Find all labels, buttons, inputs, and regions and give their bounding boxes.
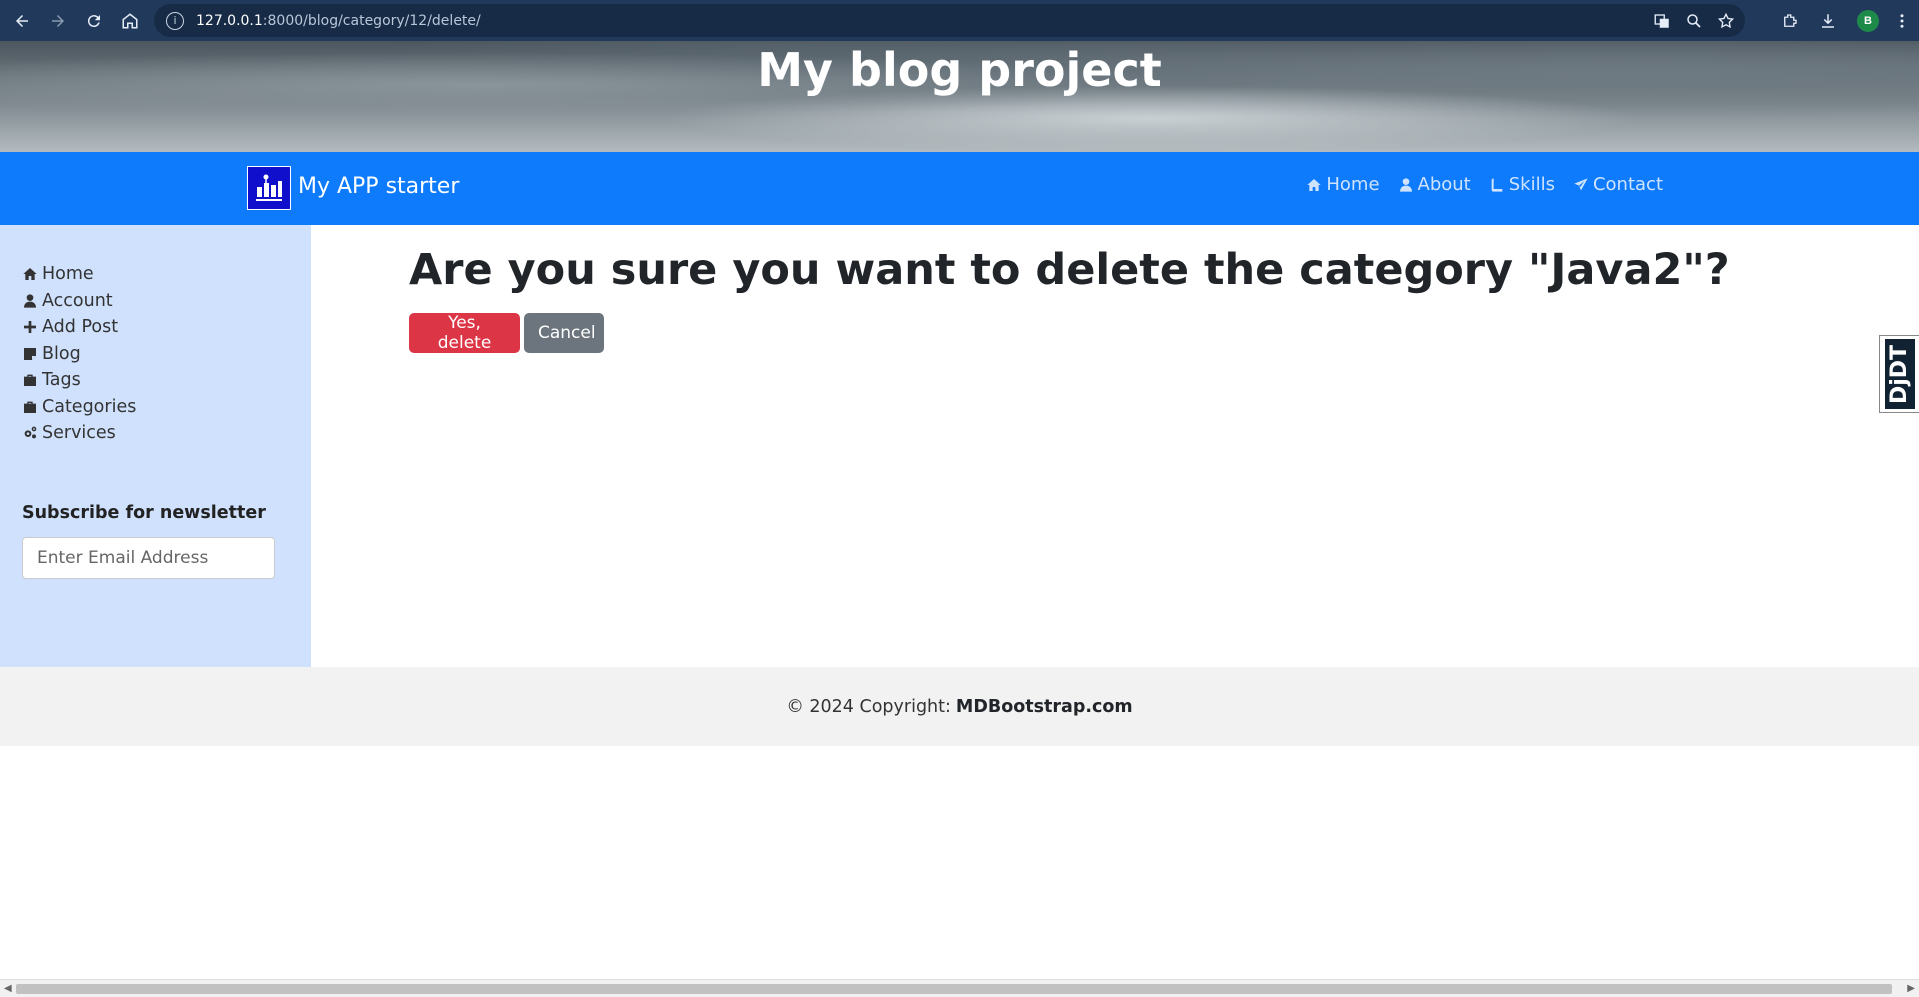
hero-title: My blog project <box>757 43 1162 97</box>
nav-links: Home About Skills Contact <box>1306 174 1663 195</box>
sidebar-item-label: Add Post <box>42 317 119 338</box>
sidebar-item-label: Home <box>42 264 94 285</box>
zoom-icon[interactable] <box>1685 12 1703 30</box>
academy-logo-icon <box>256 174 282 201</box>
home-icon <box>23 268 37 281</box>
nav-link-about[interactable]: About <box>1398 174 1471 195</box>
newsletter-title: Subscribe for newsletter <box>22 502 266 523</box>
sidebar-item-label: Categories <box>42 396 137 417</box>
sidebar-item-label: Services <box>42 423 116 444</box>
home-icon <box>122 12 138 28</box>
brand-logo[interactable] <box>247 166 291 210</box>
user-icon <box>24 294 36 308</box>
main-content: Are you sure you want to delete the cate… <box>311 225 1919 667</box>
scroll-right-icon[interactable]: ▶ <box>1907 983 1915 994</box>
footer-copyright: © 2024 Copyright: <box>786 696 951 717</box>
translate-icon[interactable] <box>1653 12 1671 30</box>
address-bar-actions <box>1653 4 1735 37</box>
sidebar-item-label: Blog <box>42 343 81 364</box>
nav-link-label: Contact <box>1592 174 1663 195</box>
sidebar-item-label: Tags <box>42 370 81 391</box>
gears-icon <box>24 426 37 439</box>
scroll-left-icon[interactable]: ◀ <box>4 983 12 994</box>
nav-link-contact[interactable]: Contact <box>1573 174 1663 195</box>
nav-link-skills[interactable]: Skills <box>1489 174 1555 195</box>
home-icon <box>1307 178 1322 191</box>
profile-avatar[interactable]: B <box>1857 9 1879 32</box>
footer-link[interactable]: MDBootstrap.com <box>956 697 1133 717</box>
newsletter-email-input[interactable] <box>22 536 275 579</box>
djdt-label: DjDT <box>1887 344 1913 404</box>
site-info-icon[interactable]: i <box>166 11 184 30</box>
briefcase-icon <box>24 374 36 387</box>
briefcase-icon <box>24 401 36 413</box>
nav-link-label: Home <box>1326 174 1380 195</box>
home-button[interactable] <box>112 3 148 39</box>
django-debug-toolbar-handle[interactable]: DjDT <box>1879 335 1919 413</box>
nav-link-home[interactable]: Home <box>1306 174 1380 195</box>
extensions-icon[interactable] <box>1781 12 1799 30</box>
book-icon <box>1491 177 1503 192</box>
arrow-left-icon <box>16 14 28 27</box>
forward-button[interactable] <box>40 3 76 39</box>
sidebar-item-blog[interactable]: Blog <box>22 341 289 368</box>
brand-name[interactable]: My APP starter <box>298 174 459 199</box>
navbar: My APP starter Home About Skills Contact <box>0 152 1919 225</box>
plus-icon <box>24 321 36 334</box>
nav-link-label: About <box>1417 174 1471 195</box>
djdt-badge: DjDT <box>1884 339 1915 409</box>
sidebar-item-categories[interactable]: Categories <box>22 394 289 421</box>
download-icon[interactable] <box>1819 12 1837 30</box>
sidebar-item-account[interactable]: Account <box>22 288 289 315</box>
sidebar-item-home[interactable]: Home <box>22 261 289 288</box>
horizontal-scrollbar[interactable]: ◀ ▶ <box>0 979 1919 997</box>
browser-toolbar: i 127.0.0.1:8000/blog/category/12/delete… <box>0 0 1919 41</box>
delete-confirm-title: Are you sure you want to delete the cate… <box>409 245 1730 295</box>
address-bar[interactable]: i 127.0.0.1:8000/blog/category/12/delete… <box>154 4 1745 37</box>
scrollbar-thumb[interactable] <box>16 984 1892 994</box>
paper-plane-icon <box>1574 177 1588 190</box>
star-icon[interactable] <box>1717 12 1735 30</box>
arrow-right-icon <box>52 14 64 27</box>
confirm-delete-button[interactable]: Yes, delete <box>409 313 520 353</box>
note-icon <box>24 347 36 360</box>
sidebar-item-tags[interactable]: Tags <box>22 367 289 394</box>
sidebar: Home Account Add Post Blog Tags Categori… <box>0 225 311 667</box>
sidebar-item-label: Account <box>42 290 113 311</box>
sidebar-item-add-post[interactable]: Add Post <box>22 314 289 341</box>
reload-icon <box>87 14 100 27</box>
browser-actions: B <box>1781 0 1919 41</box>
menu-dots-icon[interactable] <box>1899 12 1905 30</box>
hero-banner: My blog project <box>0 41 1919 152</box>
sidebar-item-services[interactable]: Services <box>22 420 289 447</box>
back-button[interactable] <box>4 3 40 39</box>
user-icon <box>1399 177 1412 192</box>
nav-link-label: Skills <box>1508 174 1555 195</box>
footer: © 2024 Copyright: MDBootstrap.com <box>0 667 1919 746</box>
reload-button[interactable] <box>76 3 112 39</box>
url-text: 127.0.0.1:8000/blog/category/12/delete/ <box>196 12 481 29</box>
page: My blog project My APP starter Home Abou… <box>0 41 1919 979</box>
cancel-button[interactable]: Cancel <box>524 313 604 353</box>
